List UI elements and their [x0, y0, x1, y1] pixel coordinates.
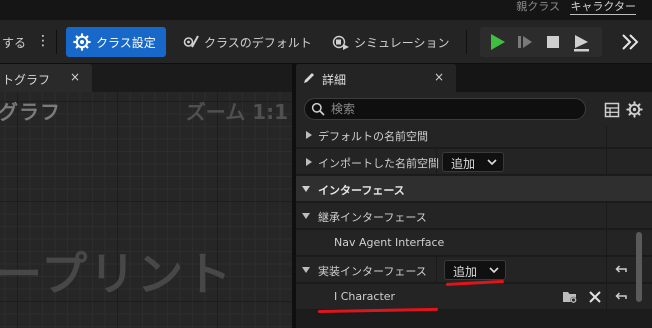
chevron-down-icon	[489, 267, 499, 274]
column-divider	[606, 257, 607, 283]
details-search	[304, 98, 586, 120]
column-divider	[606, 126, 607, 148]
graph-tab-bar: トグラフ ×	[0, 64, 292, 92]
close-icon[interactable]: ×	[434, 70, 444, 84]
toolbar-overflow-icon[interactable]	[620, 31, 640, 53]
collapse-arrow-icon[interactable]	[301, 184, 311, 194]
add-button-label: 追加	[451, 157, 476, 171]
column-divider	[606, 284, 607, 310]
details-tab-bar: 詳細 ×	[296, 64, 652, 92]
column-divider	[436, 257, 437, 283]
details-scrollbar-thumb[interactable]	[636, 232, 642, 302]
row-label: デフォルトの名前空間	[318, 130, 428, 143]
row-imported-namespaces[interactable]: インポートした名前空間 追加	[296, 149, 652, 175]
row-implemented-interfaces[interactable]: 実装インターフェース 追加	[296, 257, 652, 283]
column-divider	[606, 149, 607, 175]
toolbar-cut-label[interactable]: する	[2, 34, 26, 51]
reset-arrow-icon[interactable]	[614, 263, 628, 277]
simulation-label: シミュレーション	[354, 36, 450, 50]
row-label: 実装インターフェース	[318, 265, 427, 278]
eject-icon[interactable]	[570, 31, 592, 53]
title-strip: 親クラス キャラクター	[0, 0, 652, 20]
category-interfaces[interactable]: インターフェース	[296, 176, 652, 202]
gear-icon	[73, 33, 91, 51]
step-icon[interactable]	[514, 31, 536, 53]
settings-gear-icon[interactable]	[626, 101, 643, 118]
browse-folder-icon[interactable]	[562, 289, 578, 305]
graph-watermark: ープリント	[0, 247, 234, 301]
row-default-namespace[interactable]: デフォルトの名前空間	[296, 126, 652, 148]
pencil-icon	[304, 73, 314, 83]
add-button-label: 追加	[453, 265, 478, 279]
interface-name: I Character	[334, 290, 396, 303]
row-nav-agent-interface[interactable]: Nav Agent Interface	[296, 230, 652, 256]
class-defaults-button[interactable]: クラスのデフォルト	[182, 27, 312, 57]
collapse-arrow-icon[interactable]	[301, 265, 311, 275]
search-icon	[311, 102, 325, 116]
class-settings-label: クラス設定	[96, 36, 156, 50]
row-inherited-interfaces[interactable]: 継承インターフェース	[296, 203, 652, 229]
toolbar-divider	[466, 30, 467, 54]
row-i-character[interactable]: I Character	[296, 284, 652, 310]
parent-class-label: 親クラス	[516, 0, 560, 13]
graph-title: グラフ	[0, 100, 61, 124]
play-icon[interactable]	[486, 31, 508, 53]
blueprint-editor: 親クラス キャラクター する ⋮ クラス設定 クラスのデフォルト シミュレーショ…	[0, 0, 652, 328]
class-defaults-icon	[183, 35, 199, 48]
details-property-list: デフォルトの名前空間 インポートした名前空間 追加 インターフェース 継承インタ…	[296, 126, 652, 328]
search-input[interactable]	[331, 101, 571, 117]
stop-icon[interactable]	[542, 31, 564, 53]
main-toolbar: する ⋮ クラス設定 クラスのデフォルト シミュレーション	[0, 20, 652, 64]
play-controls	[480, 27, 602, 57]
property-matrix-icon[interactable]	[604, 102, 620, 118]
tab-event-graph[interactable]: トグラフ ×	[0, 64, 92, 92]
tab-details[interactable]: 詳細 ×	[296, 64, 456, 92]
graph-canvas[interactable]: グラフ ズーム 1:1 ープリント	[0, 92, 292, 328]
chevron-down-icon	[487, 159, 497, 166]
row-label: 継承インターフェース	[318, 211, 427, 224]
row-label: インポートした名前空間	[318, 157, 439, 170]
remove-icon[interactable]	[587, 289, 603, 305]
column-divider	[606, 203, 607, 229]
add-interface-button[interactable]: 追加	[444, 260, 506, 280]
simulation-icon	[332, 35, 349, 50]
parent-class-link[interactable]: キャラクター	[570, 0, 636, 15]
class-settings-button[interactable]: クラス設定	[66, 27, 166, 57]
column-divider	[606, 230, 607, 256]
simulation-button[interactable]: シミュレーション	[332, 27, 452, 57]
graph-tab-label: トグラフ	[2, 73, 51, 87]
interface-name: Nav Agent Interface	[334, 236, 445, 249]
expand-arrow-icon[interactable]	[304, 130, 314, 140]
collapse-arrow-icon[interactable]	[301, 211, 311, 221]
close-icon[interactable]: ×	[70, 70, 80, 84]
class-defaults-label: クラスのデフォルト	[204, 36, 312, 50]
details-body: デフォルトの名前空間 インポートした名前空間 追加 インターフェース	[296, 92, 652, 328]
add-namespace-button[interactable]: 追加	[442, 152, 504, 172]
more-options-icon[interactable]: ⋮	[36, 32, 50, 50]
expand-arrow-icon[interactable]	[304, 157, 314, 167]
category-label: インターフェース	[318, 184, 405, 197]
reset-arrow-icon[interactable]	[614, 290, 628, 304]
toolbar-divider	[56, 30, 57, 54]
details-tab-label: 詳細	[322, 73, 347, 87]
column-divider	[436, 149, 437, 175]
zoom-label: ズーム 1:1	[185, 100, 288, 124]
